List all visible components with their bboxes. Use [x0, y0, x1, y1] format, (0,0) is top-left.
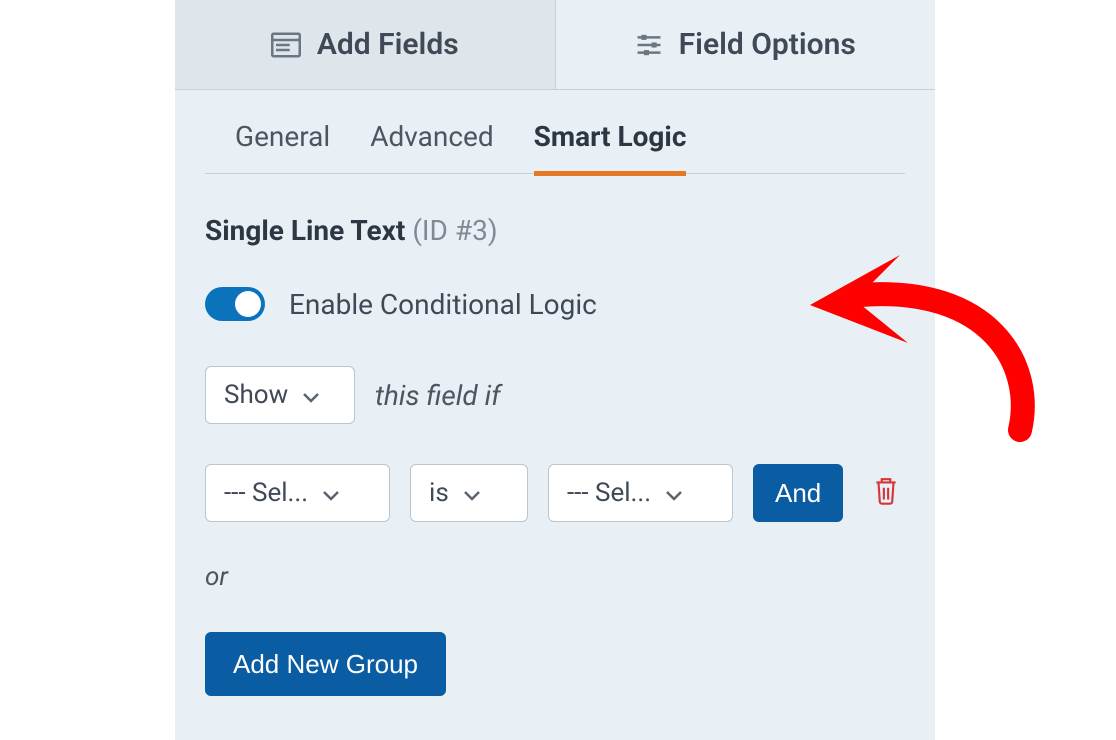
trash-icon — [873, 476, 899, 506]
rule-row: --- Sel... is --- Sel... And — [205, 464, 905, 522]
rule-value-select[interactable]: --- Sel... — [548, 464, 733, 522]
chevron-down-icon — [463, 478, 481, 508]
field-id: (ID #3) — [412, 214, 497, 247]
add-new-group-button[interactable]: Add New Group — [205, 632, 446, 696]
field-name: Single Line Text — [205, 214, 405, 247]
field-options-panel: Add Fields Field Options General Advance… — [175, 0, 935, 740]
action-hint: this field if — [375, 379, 501, 412]
action-row: Show this field if — [205, 366, 905, 424]
chevron-down-icon — [302, 380, 320, 410]
enable-conditional-label: Enable Conditional Logic — [289, 288, 597, 321]
rule-operator-select[interactable]: is — [410, 464, 528, 522]
chevron-down-icon — [322, 478, 340, 508]
tab-field-options-label: Field Options — [679, 27, 856, 62]
subtab-smart-logic[interactable]: Smart Logic — [534, 120, 687, 176]
tab-add-fields[interactable]: Add Fields — [175, 0, 556, 89]
subtab-advanced[interactable]: Advanced — [370, 120, 493, 173]
form-icon — [271, 32, 301, 58]
enable-conditional-row: Enable Conditional Logic — [205, 287, 905, 321]
tab-add-fields-label: Add Fields — [317, 27, 459, 62]
chevron-down-icon — [665, 478, 683, 508]
enable-conditional-toggle[interactable] — [205, 287, 265, 321]
smart-logic-content: Single Line Text (ID #3) Enable Conditio… — [175, 174, 935, 696]
action-select-value: Show — [224, 380, 288, 410]
rule-field-select[interactable]: --- Sel... — [205, 464, 390, 522]
main-tabs: Add Fields Field Options — [175, 0, 935, 90]
tab-field-options[interactable]: Field Options — [556, 0, 936, 89]
sliders-icon — [635, 32, 663, 58]
or-label: or — [205, 562, 905, 592]
rule-field-value: --- Sel... — [224, 478, 308, 508]
and-button[interactable]: And — [753, 464, 843, 522]
field-title: Single Line Text (ID #3) — [205, 214, 905, 247]
action-select[interactable]: Show — [205, 366, 355, 424]
subtab-general[interactable]: General — [235, 120, 330, 173]
sub-tabs: General Advanced Smart Logic — [205, 90, 905, 174]
delete-rule-button[interactable] — [873, 476, 899, 510]
toggle-knob — [235, 291, 261, 317]
rule-value-text: --- Sel... — [567, 478, 651, 508]
rule-operator-value: is — [429, 478, 449, 508]
